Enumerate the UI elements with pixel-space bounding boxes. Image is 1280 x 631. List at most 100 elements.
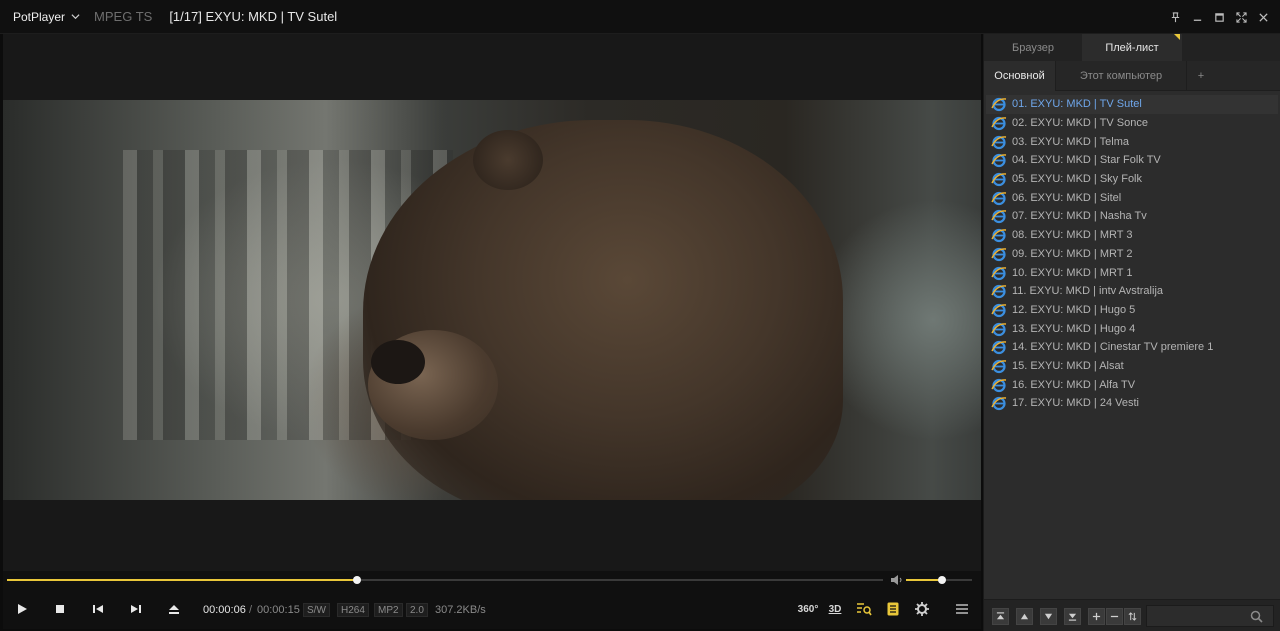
play-icon [18, 604, 27, 614]
move-top-icon [996, 612, 1005, 620]
tab-browser-label: Браузер [1012, 41, 1054, 54]
internet-explorer-icon [991, 154, 1007, 168]
add-item-button[interactable] [1088, 608, 1105, 625]
playlist-item[interactable]: 10. EXYU: MKD | MRT 1 [986, 263, 1278, 282]
search-icon[interactable] [1250, 610, 1263, 623]
playlist-item[interactable]: 11. EXYU: MKD | intv Avstralija [986, 282, 1278, 301]
app-menu-button[interactable]: PotPlayer [0, 0, 88, 34]
minimize-button[interactable] [1186, 6, 1208, 28]
playlist-item[interactable]: 13. EXYU: MKD | Hugo 4 [986, 319, 1278, 338]
playlist-item[interactable]: 05. EXYU: MKD | Sky Folk [986, 170, 1278, 189]
subtab-main[interactable]: Основной [984, 61, 1056, 91]
seek-handle[interactable] [353, 576, 362, 584]
seek-row [3, 571, 981, 589]
volume-slider[interactable] [906, 576, 972, 584]
playlist-subtabs: Основной Этот компьютер + [984, 61, 1280, 91]
plus-icon [1092, 612, 1101, 621]
add-subtab-button[interactable]: + [1187, 61, 1215, 91]
open-file-button[interactable] [163, 598, 185, 620]
gear-icon [915, 602, 929, 616]
list-search-icon [857, 603, 872, 616]
playlist-toggle-button[interactable] [884, 600, 902, 618]
playlist-item-label: 02. EXYU: MKD | TV Sonce [1012, 117, 1148, 130]
tab-playlist-label: Плей-лист [1105, 41, 1159, 54]
fullscreen-button[interactable] [1230, 6, 1252, 28]
vr-360-button[interactable]: 360° [796, 600, 820, 618]
close-button[interactable] [1252, 6, 1274, 28]
sort-button[interactable] [1124, 608, 1141, 625]
playlist-item[interactable]: 06. EXYU: MKD | Sitel [986, 188, 1278, 207]
internet-explorer-icon [991, 266, 1007, 280]
move-top-button[interactable] [992, 608, 1009, 625]
title-bar: PotPlayer MPEG TS [1/17] EXYU: MKD | TV … [0, 0, 1280, 34]
internet-explorer-icon [991, 116, 1007, 131]
render-badge[interactable]: S/W [303, 603, 330, 617]
subtab-this-computer[interactable]: Этот компьютер [1056, 61, 1187, 91]
playlist-item[interactable]: 14. EXYU: MKD | Cinestar TV premiere 1 [986, 338, 1278, 357]
tab-playlist[interactable]: Плей-лист [1082, 34, 1182, 61]
playlist-item[interactable]: 12. EXYU: MKD | Hugo 5 [986, 301, 1278, 320]
move-up-button[interactable] [1016, 608, 1033, 625]
playlist-item-label: 16. EXYU: MKD | Alfa TV [1012, 378, 1136, 391]
video-codec-badge[interactable]: H264 [337, 603, 369, 617]
next-button[interactable] [125, 598, 147, 620]
current-time[interactable]: 00:00:06 [203, 604, 246, 616]
playlist-item-label: 09. EXYU: MKD | MRT 2 [1012, 247, 1133, 260]
panel-tabs: Браузер Плей-лист [984, 34, 1280, 61]
subtab-main-label: Основной [994, 70, 1045, 82]
move-down-icon [1044, 613, 1053, 620]
move-up-icon [1020, 613, 1029, 620]
3d-button[interactable]: 3D [826, 600, 844, 618]
video-area[interactable] [3, 34, 981, 571]
active-tab-marker [1174, 34, 1180, 40]
playlist-item[interactable]: 15. EXYU: MKD | Alsat [986, 357, 1278, 376]
playlist-item[interactable]: 04. EXYU: MKD | Star Folk TV [986, 151, 1278, 170]
volume-icon[interactable] [890, 574, 903, 586]
settings-button[interactable] [912, 600, 932, 618]
playlist-toolbar [984, 599, 1280, 631]
internet-explorer-icon [991, 378, 1007, 392]
playlist-item[interactable]: 16. EXYU: MKD | Alfa TV [986, 375, 1278, 394]
remove-item-button[interactable] [1106, 608, 1123, 625]
time-separator: / [249, 604, 253, 616]
video-subject-nose [371, 340, 425, 384]
playlist-item[interactable]: 01. EXYU: MKD | TV Sutel [986, 95, 1278, 114]
seek-bar[interactable] [7, 576, 883, 584]
total-time[interactable]: 00:00:15 [257, 604, 300, 616]
stop-button[interactable] [49, 598, 71, 620]
playlist-item[interactable]: 09. EXYU: MKD | MRT 2 [986, 245, 1278, 264]
playlist-item[interactable]: 07. EXYU: MKD | Nasha Tv [986, 207, 1278, 226]
chevron-down-icon [71, 14, 80, 20]
eject-icon [169, 605, 179, 614]
internet-explorer-icon [991, 285, 1007, 299]
audio-channels-badge[interactable]: 2.0 [406, 603, 428, 617]
maximize-icon [1214, 12, 1224, 22]
internet-explorer-icon [991, 210, 1007, 224]
playlist-search-button[interactable] [854, 600, 874, 618]
maximize-button[interactable] [1208, 6, 1230, 28]
move-bottom-button[interactable] [1064, 608, 1081, 625]
playlist-item-label: 15. EXYU: MKD | Alsat [1012, 359, 1124, 372]
playlist-item-label: 07. EXYU: MKD | Nasha Tv [1012, 210, 1147, 223]
playlist-item[interactable]: 02. EXYU: MKD | TV Sonce [986, 114, 1278, 133]
volume-handle[interactable] [938, 576, 947, 584]
subtab-this-computer-label: Этот компьютер [1079, 70, 1163, 82]
playlist-item-label: 13. EXYU: MKD | Hugo 4 [1012, 322, 1136, 335]
video-subject-bear [363, 120, 843, 500]
playlist-item[interactable]: 03. EXYU: MKD | Telma [986, 132, 1278, 151]
move-bottom-icon [1068, 613, 1077, 621]
playlist-item[interactable]: 17. EXYU: MKD | 24 Vesti [986, 394, 1278, 413]
window-controls [1164, 0, 1274, 34]
audio-codec-badge[interactable]: MP2 [374, 603, 403, 617]
internet-explorer-icon [991, 397, 1007, 411]
playlist-item[interactable]: 08. EXYU: MKD | MRT 3 [986, 226, 1278, 245]
playlist-icon [887, 602, 899, 616]
previous-icon [93, 605, 103, 613]
play-button[interactable] [11, 598, 33, 620]
3d-label: 3D [828, 603, 842, 615]
main-menu-button[interactable] [952, 600, 972, 618]
tab-browser[interactable]: Браузер [984, 34, 1082, 61]
pin-button[interactable] [1164, 6, 1186, 28]
move-down-button[interactable] [1040, 608, 1057, 625]
previous-button[interactable] [87, 598, 109, 620]
